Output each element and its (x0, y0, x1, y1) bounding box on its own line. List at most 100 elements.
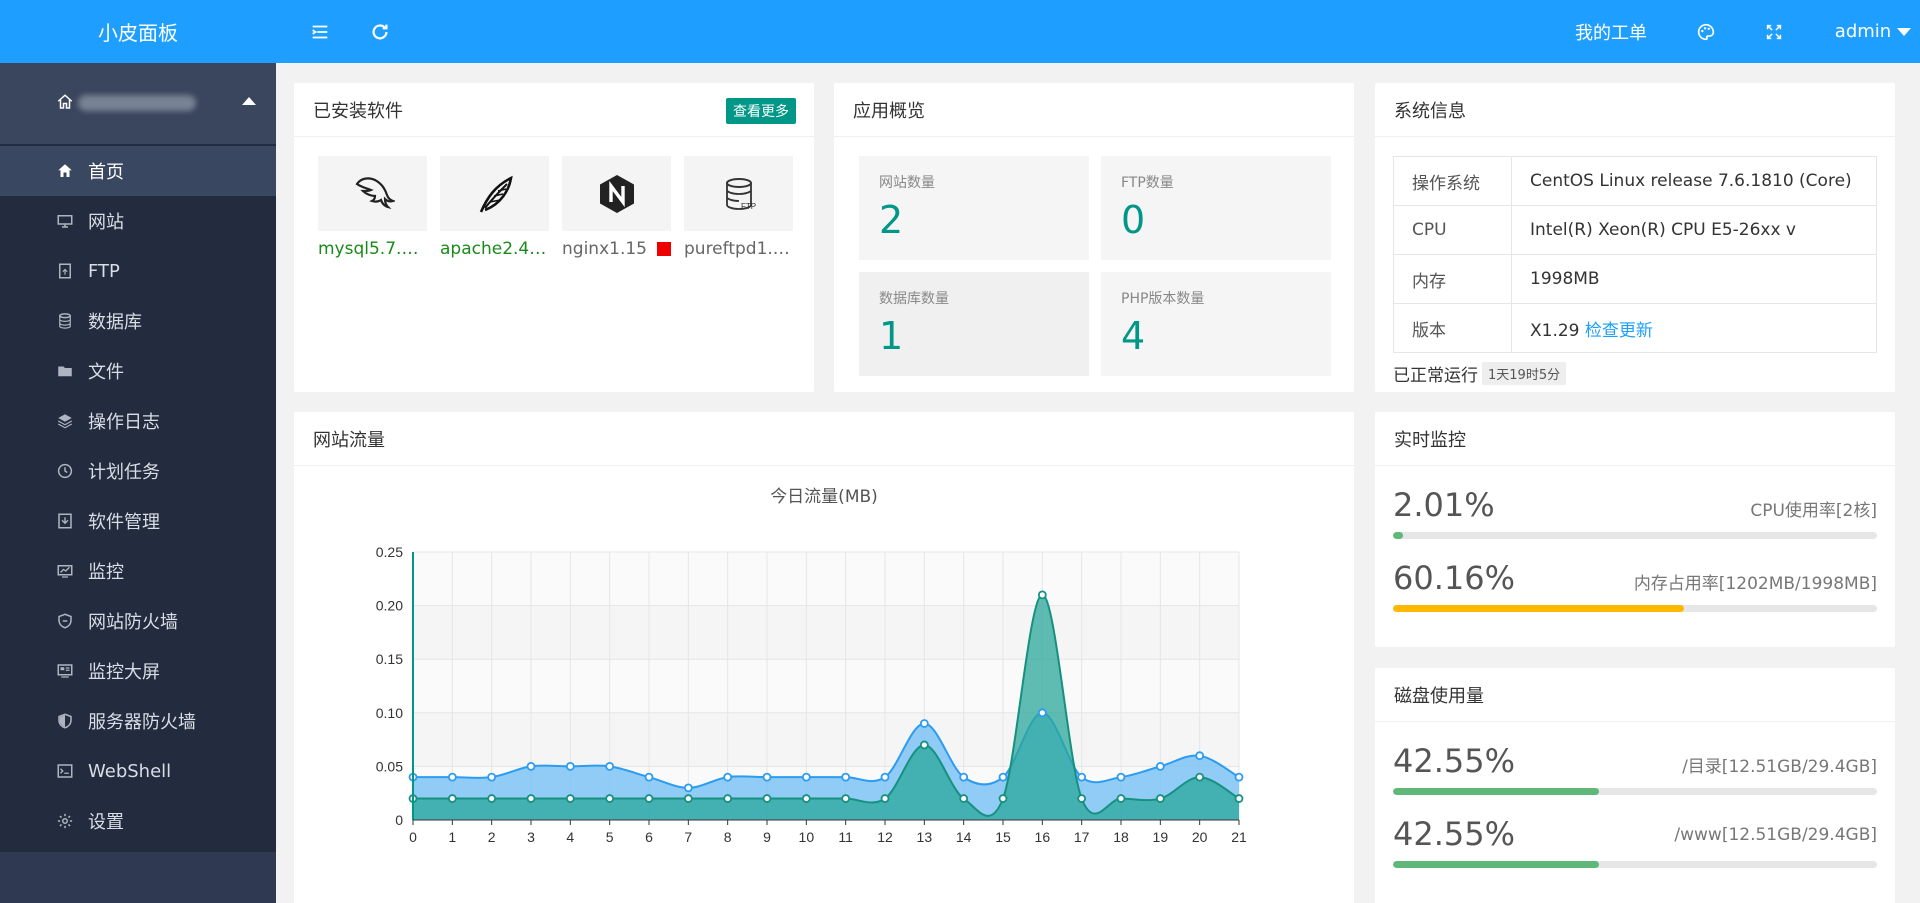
redacted-username (78, 95, 196, 111)
data-point (801, 772, 811, 782)
sidebar-item-3[interactable]: 数据库 (0, 296, 276, 346)
x-tick-label: 4 (566, 829, 574, 845)
card-title: 应用概览 (853, 100, 925, 122)
caret-up-icon[interactable] (242, 97, 256, 105)
traffic-chart[interactable]: 00.050.100.150.200.250 1 2 3 4 5 6 7 8 9 10 11 12 13 1… (294, 412, 1354, 903)
app-logo[interactable]: 小皮面板 (0, 0, 276, 63)
fullscreen-button[interactable] (1754, 0, 1794, 63)
sidebar-item-13[interactable]: 设置 (0, 796, 276, 846)
my-tickets-link[interactable]: 我的工单 (1566, 0, 1656, 63)
data-point (919, 719, 929, 728)
x-tick-label: 14 (956, 829, 972, 845)
data-point (959, 794, 969, 803)
sidebar-item-6[interactable]: 计划任务 (0, 446, 276, 496)
usage-bar (1393, 788, 1877, 795)
overview-tile[interactable]: PHP版本数量 4 (1101, 272, 1331, 376)
tile-label: FTP数量 (1121, 175, 1174, 191)
y-tick-label: 0.25 (376, 544, 403, 560)
data-point (841, 772, 851, 782)
data-point (841, 794, 851, 803)
sidebar-item-label: 数据库 (88, 312, 142, 333)
x-tick-label: 8 (724, 829, 732, 845)
data-point (605, 761, 615, 771)
data-point (723, 794, 733, 803)
sidebar-item-label: 操作日志 (88, 412, 160, 433)
x-tick-label: 13 (917, 829, 933, 845)
x-tick-label: 1 (448, 829, 456, 845)
overview-tile[interactable]: FTP数量 0 (1101, 156, 1331, 260)
sidebar-item-5[interactable]: 操作日志 (0, 396, 276, 446)
data-point (644, 772, 654, 782)
tile-label: 网站数量 (879, 175, 935, 191)
sidebar-item-2[interactable]: FTP (0, 246, 276, 296)
card-title: 实时监控 (1394, 429, 1466, 451)
dolphin-icon (318, 156, 427, 231)
usage-bar-fill (1393, 861, 1599, 868)
download-icon (56, 512, 74, 530)
table-row: 操作系统 CentOS Linux release 7.6.1810 (Core) (1393, 156, 1877, 206)
sidebar-item-label: 文件 (88, 362, 124, 383)
data-point (762, 794, 772, 803)
data-point (487, 794, 497, 803)
software-item[interactable]: mysql5.7.2… (318, 156, 427, 259)
y-tick-label: 0.05 (376, 758, 403, 774)
menu-icon (312, 25, 328, 38)
usage-label: CPU使用率[2核] (1750, 501, 1877, 521)
sidebar-item-0[interactable]: 首页 (0, 146, 276, 196)
row-value: Intel(R) Xeon(R) CPU E5-26xx v (1530, 220, 1796, 240)
data-point (1195, 772, 1205, 782)
x-tick-label: 17 (1074, 829, 1090, 845)
software-item[interactable]: apache2.4.… (440, 156, 549, 259)
sidebar-item-label: 服务器防火墙 (88, 712, 196, 733)
folder-icon (56, 362, 74, 380)
data-point (565, 761, 575, 771)
uptime-label: 已正常运行 (1393, 366, 1478, 386)
clock-icon (56, 462, 74, 480)
refresh-button[interactable] (360, 0, 400, 63)
data-point (762, 772, 772, 782)
sidebar-item-10[interactable]: 监控大屏 (0, 646, 276, 696)
terminal-icon (56, 762, 74, 780)
sidebar-item-1[interactable]: 网站 (0, 196, 276, 246)
sidebar-item-12[interactable]: WebShell (0, 746, 276, 796)
view-more-button[interactable]: 查看更多 (726, 98, 796, 124)
software-name-text: mysql5.7.2… (318, 239, 427, 259)
user-menu[interactable]: admin (1828, 0, 1918, 63)
tile-value: 2 (879, 198, 904, 242)
data-point (1077, 794, 1087, 803)
x-tick-label: 0 (409, 829, 417, 845)
data-point (683, 783, 693, 793)
sidebar-item-9[interactable]: 网站防火墙 (0, 596, 276, 646)
sidebar-item-8[interactable]: 监控 (0, 546, 276, 596)
data-point (1195, 751, 1205, 761)
menu-toggle-button[interactable] (300, 0, 340, 63)
card-title: 磁盘使用量 (1394, 685, 1484, 707)
sidebar: 小皮面板 首页 网站 FTP 数据库文件操作日志计划任务 软件管理 监控 网站防火墙 监控大屏… (0, 0, 276, 903)
overview-tile[interactable]: 网站数量 2 (859, 156, 1089, 260)
card-header: 磁盘使用量 (1375, 668, 1895, 722)
sidebar-nav: 首页 网站 FTP 数据库文件操作日志计划任务 软件管理 监控 网站防火墙 监控大屏服务器防火… (0, 144, 276, 852)
x-tick-label: 20 (1192, 829, 1208, 845)
user-box[interactable] (0, 63, 276, 144)
overview-tile[interactable]: 数据库数量 1 (859, 272, 1089, 376)
check-update-link[interactable]: 检查更新 (1585, 321, 1653, 341)
usage-bar (1393, 605, 1877, 612)
software-name: mysql5.7.2… (318, 239, 427, 259)
sidebar-item-11[interactable]: 服务器防火墙 (0, 696, 276, 746)
sidebar-item-4[interactable]: 文件 (0, 346, 276, 396)
theme-button[interactable] (1686, 0, 1726, 63)
data-point (644, 794, 654, 803)
home-icon (56, 162, 74, 180)
usage-bar-fill (1393, 605, 1685, 612)
x-tick-label: 7 (684, 829, 692, 845)
data-point (998, 772, 1008, 782)
uptime: 已正常运行 1天19时5分 (1393, 361, 1895, 386)
tile-label: PHP版本数量 (1121, 291, 1205, 307)
data-point (447, 794, 457, 803)
software-item[interactable]: nginx1.15 (562, 156, 671, 259)
tile-label: 数据库数量 (879, 291, 949, 307)
usage-row: 42.55%/www[12.51GB/29.4GB] (1375, 815, 1895, 868)
software-item[interactable]: FTP pureftpd1.0… (684, 156, 793, 259)
sidebar-item-7[interactable]: 软件管理 (0, 496, 276, 546)
software-name-text: nginx1.15 (562, 239, 647, 259)
